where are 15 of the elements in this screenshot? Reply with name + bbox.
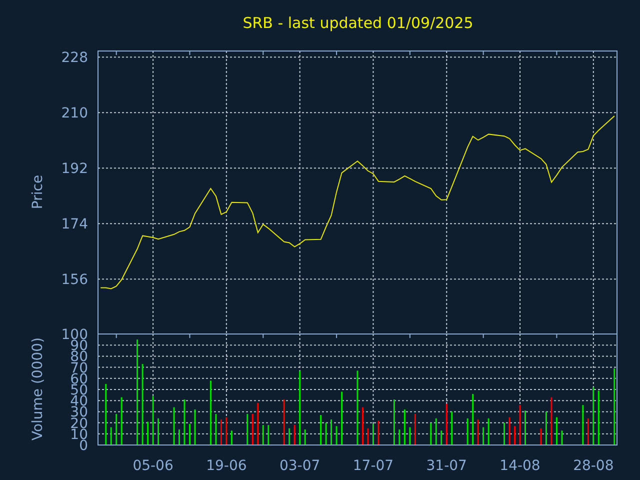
axis-label: 14-08: [500, 458, 540, 474]
axis-label: 05-06: [132, 458, 174, 474]
axis-label: 228: [61, 50, 88, 66]
axis-label: 03-07: [280, 458, 320, 474]
axis-label: 19-06: [206, 458, 247, 474]
axis-label: 17-07: [352, 458, 394, 474]
axis-label: 174: [61, 216, 88, 233]
chart-title: SRB - last updated 01/09/2025: [242, 14, 474, 32]
axis-label: 31-07: [426, 458, 467, 474]
axis-label: 156: [61, 272, 88, 288]
axis-title: Price: [30, 174, 46, 210]
axis-title: Volume (0000): [30, 337, 46, 441]
axis-label: 192: [61, 161, 88, 178]
axis-label: 210: [61, 106, 88, 122]
axis-label: 28-08: [573, 458, 614, 474]
